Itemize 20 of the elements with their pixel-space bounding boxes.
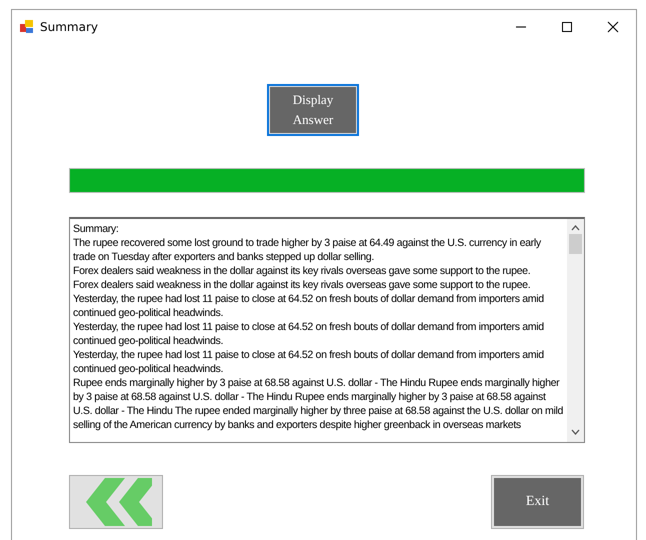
summary-paragraph: The rupee recovered some lost ground to trade higher by 3 paise at 64.49 against the U.S. currency in early trade on Tuesday after exporters and banks stepped up dollar selling. <box>73 236 542 264</box>
summary-paragraph: Yesterday, the rupee had lost 11 paise to close at 64.52 on fresh bouts of dollar demand from importers amid continued geo-political headwinds. <box>73 292 545 320</box>
maximize-icon <box>561 21 573 33</box>
scroll-up-icon[interactable] <box>571 224 580 232</box>
summary-paragraph: Summary: <box>73 222 120 236</box>
close-icon <box>607 21 619 33</box>
summary-paragraph: Forex dealers said weakness in the dollar against its key rivals overseas gave some support to the rupee. <box>73 278 532 292</box>
summary-paragraph: Yesterday, the rupee had lost 11 paise to close at 64.52 on fresh bouts of dollar demand from importers amid continued geo-political headwinds. <box>73 348 545 376</box>
summary-paragraph: Yesterday, the rupee had lost 11 paise to close at 64.52 on fresh bouts of dollar demand from importers amid continued geo-political headwinds. <box>73 320 545 348</box>
summary-paragraph: Rupee ends marginally higher by 3 paise at 68.58 against U.S. dollar - The Hindu Rupee ends marginally higher by 3 paise at 68.58 against U.S. dollar - The Hindu Rupee ends marginally higher by 3 paise at 68.58 against U.S. dollar - The Hindu The rupee ended marginally higher by three paise at 68.58 against the U.S. dollar on mild selling of the American currency by banks and exporters despite higher greenback in overseas markets <box>73 376 564 432</box>
exit-button[interactable]: Exit <box>491 475 584 529</box>
scrollbar[interactable] <box>567 219 584 442</box>
back-button[interactable] <box>69 475 163 529</box>
display-answer-button[interactable]: Display Answer <box>267 84 359 136</box>
summary-paragraph: Forex dealers said weakness in the dollar against its key rivals overseas gave some support to the rupee. <box>73 264 532 278</box>
app-icon <box>20 20 34 34</box>
scroll-down-icon[interactable] <box>571 428 580 436</box>
scroll-thumb[interactable] <box>569 234 582 254</box>
window-title: Summary <box>40 20 99 34</box>
summary-text-area[interactable] <box>69 217 585 443</box>
